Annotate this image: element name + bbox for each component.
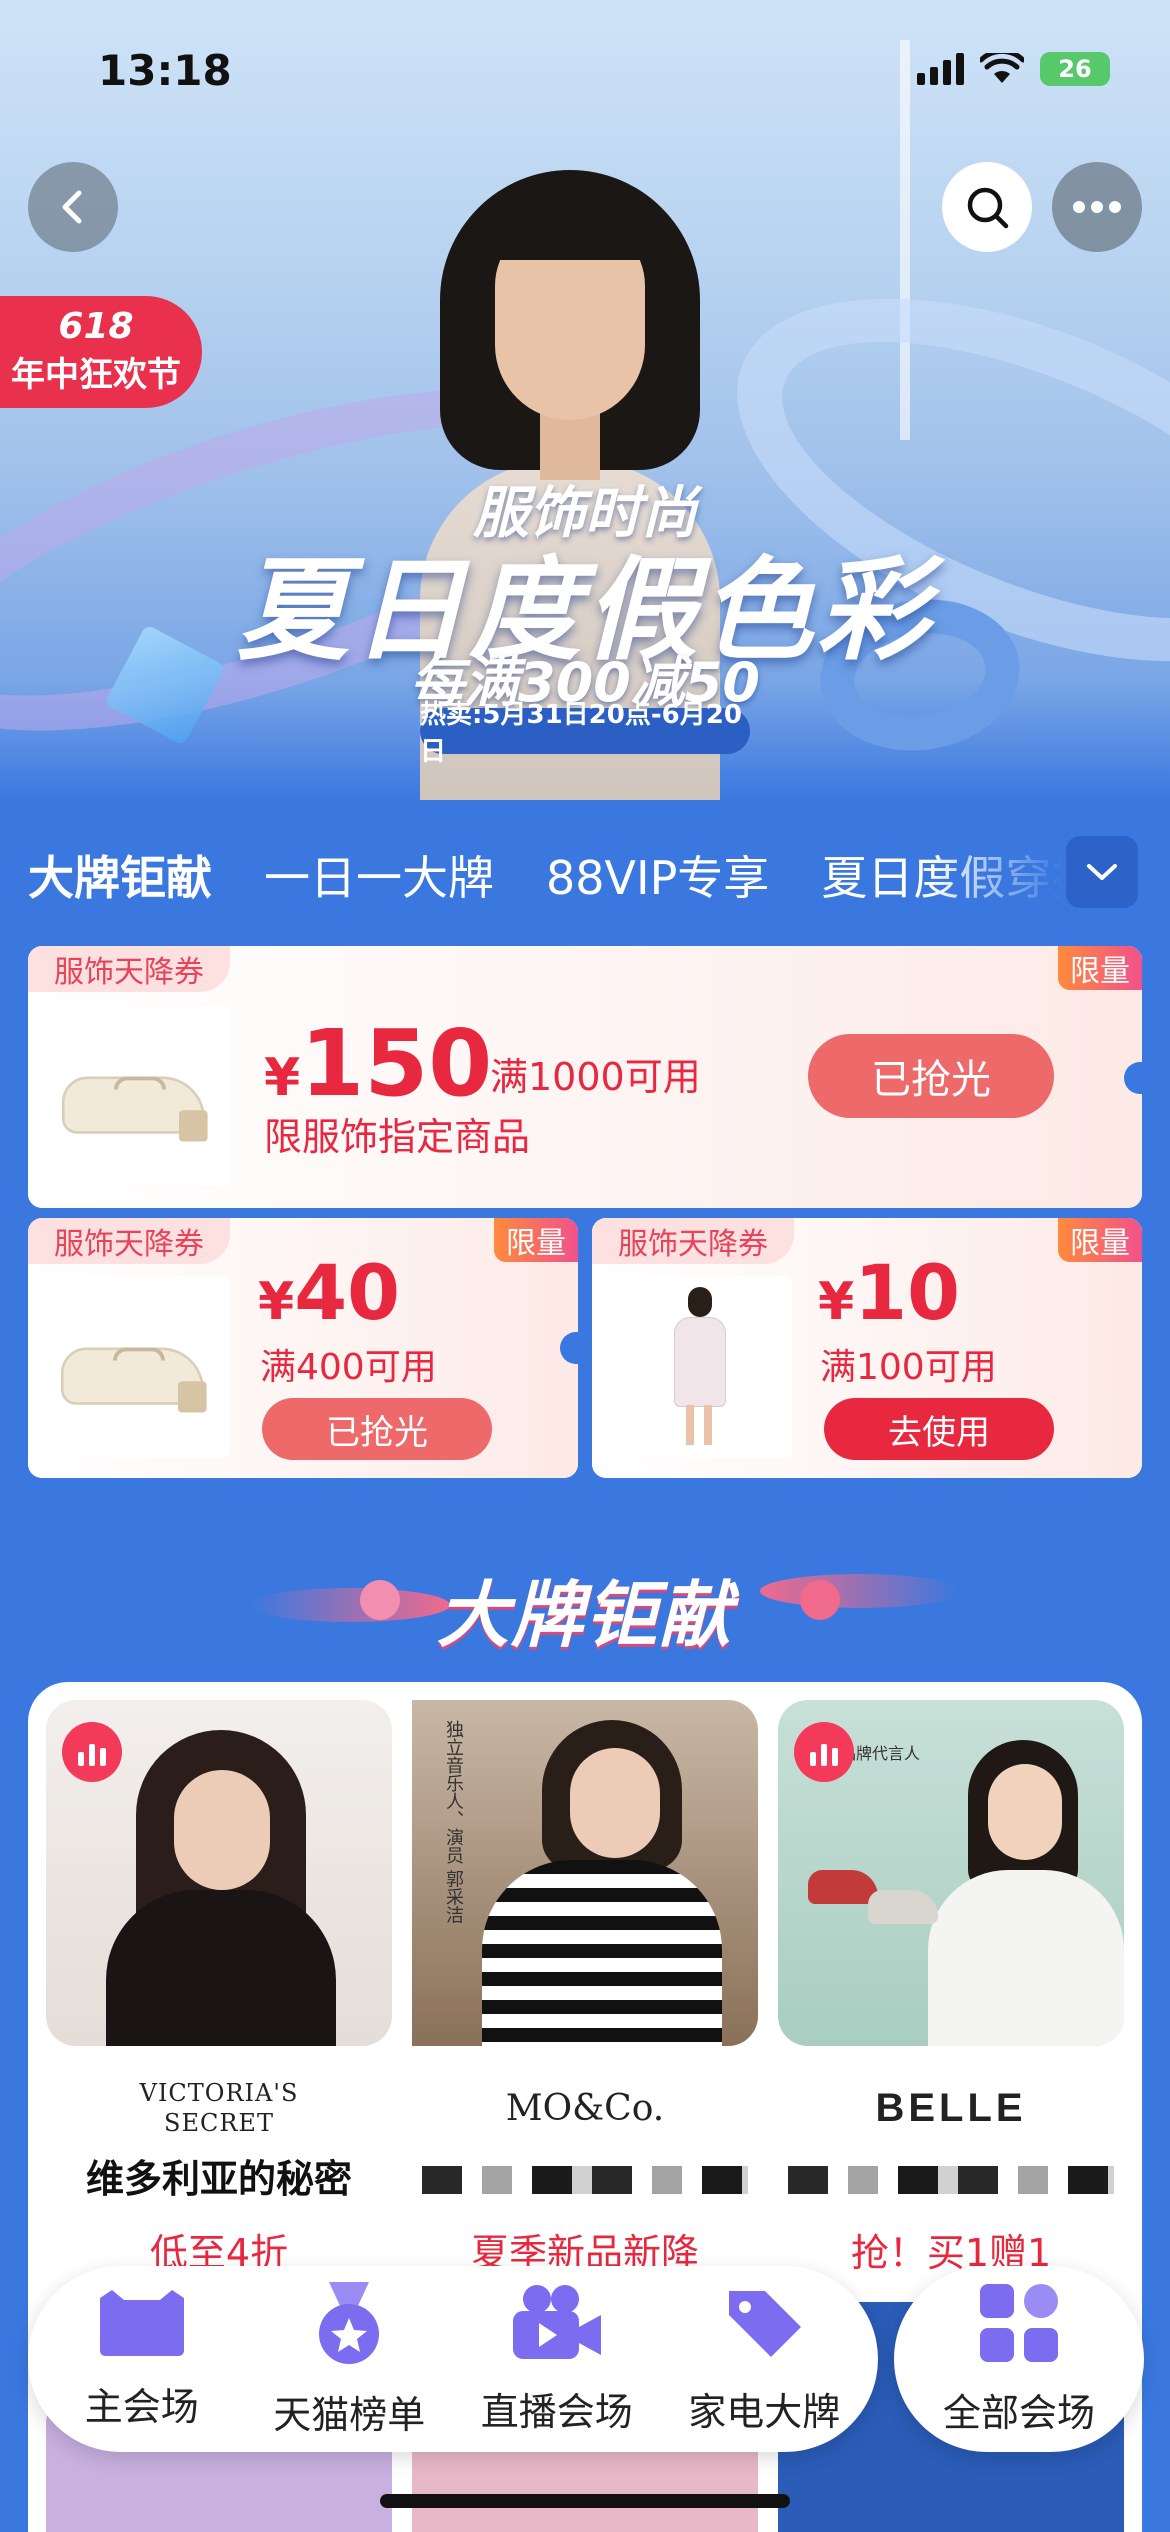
nav-appliance-brands[interactable]: 家电大牌 [664, 2283, 864, 2436]
search-button[interactable] [942, 162, 1032, 252]
nav-label: 家电大牌 [688, 2389, 841, 2434]
coupon-amount: ¥40 [258, 1248, 400, 1337]
wifi-icon [980, 53, 1024, 83]
live-icon [62, 1722, 122, 1782]
more-dots-icon [1073, 201, 1121, 213]
coupon-card-10[interactable]: 服饰天降券 限量 ¥10 满100可用 去使用 [592, 1218, 1142, 1478]
search-icon [967, 187, 1009, 229]
status-icons: 26 [917, 52, 1110, 86]
home-indicator [380, 2494, 790, 2508]
endorser-caption: 独立音乐人、演员 郭采洁 [443, 1720, 464, 1924]
signal-icon [917, 53, 964, 85]
festival-badge-number: 618 [58, 306, 134, 347]
product-thumbnail [50, 1006, 230, 1186]
coupon-card-150[interactable]: 服饰天降券 限量 ¥150 满1000可用 限服饰指定商品 已抢光 [28, 946, 1142, 1208]
tmall-cat-icon [99, 2289, 184, 2356]
nav-label: 全部会场 [942, 2390, 1095, 2435]
more-button[interactable] [1052, 162, 1142, 252]
back-button[interactable] [28, 162, 118, 252]
coupon-amount: ¥10 [818, 1248, 960, 1337]
battery-icon: 26 [1040, 52, 1110, 86]
coupon-tag: 服饰天降券 [592, 1218, 794, 1264]
coupon-claim-button[interactable]: 已抢光 [808, 1034, 1054, 1118]
hero-banner[interactable]: 服饰时尚 夏日度假色彩 每满300减50 热卖:5月31日20点-6月20日 [0, 0, 1170, 800]
status-time: 13:18 [98, 46, 232, 95]
brand-card-belle[interactable]: 百丽品牌代言人 BELLE 抢！买1赠1 [778, 1700, 1124, 2300]
limited-badge: 限量 [1058, 1218, 1142, 1262]
limited-badge: 限量 [1058, 946, 1142, 990]
coupon-amount: ¥150 [264, 1010, 493, 1117]
medal-icon [319, 2281, 380, 2364]
coupon-condition: 满100可用 [820, 1347, 997, 1388]
brand-logo: MO&Co. [505, 2088, 665, 2129]
chevron-down-icon [1087, 864, 1117, 880]
festival-badge-text: 年中狂欢节 [11, 355, 181, 395]
nav-all-venues[interactable]: 全部会场 [894, 2266, 1144, 2452]
coupon-tag: 服饰天降券 [28, 946, 230, 992]
bottom-nav: 主会场 天猫榜单 直播会场 家电大牌 [28, 2266, 878, 2452]
video-camera-icon [512, 2284, 601, 2359]
tab-daily-brand[interactable]: 一日一大牌 [264, 842, 494, 908]
nav-main-venue[interactable]: 主会场 [42, 2288, 242, 2431]
chevron-left-icon [62, 190, 82, 224]
nav-label: 天猫榜单 [273, 2392, 426, 2437]
brand-name: 维多利亚的秘密 [85, 2157, 352, 2201]
coupon-condition: 满400可用 [260, 1347, 437, 1388]
redacted-brand-name [788, 2166, 1114, 2194]
coupon-condition: 满1000可用 [490, 1055, 701, 1099]
product-thumbnail [608, 1276, 792, 1458]
nav-label: 直播会场 [480, 2389, 633, 2434]
hero-date: 热卖:5月31日20点-6月20日 [420, 700, 750, 767]
live-icon [794, 1722, 854, 1782]
section-title: 大牌钜献 [436, 1573, 733, 1657]
price-tag-icon [729, 2290, 802, 2357]
redacted-brand-name [422, 2166, 748, 2194]
coupon-tag: 服饰天降券 [28, 1218, 230, 1264]
festival-badge[interactable]: 618 年中狂欢节 [0, 296, 202, 408]
grid-icon [980, 2283, 1058, 2362]
brand-image: 百丽品牌代言人 [778, 1700, 1124, 2046]
coupon-claim-button[interactable]: 已抢光 [262, 1398, 492, 1460]
coupon-use-button[interactable]: 去使用 [824, 1398, 1054, 1460]
nav-live-venue[interactable]: 直播会场 [457, 2283, 657, 2436]
brand-image: 独立音乐人、演员 郭采洁 [412, 1700, 758, 2046]
tabs-expand-button[interactable] [1066, 836, 1138, 908]
coupon-description: 限服饰指定商品 [264, 1115, 531, 1159]
coupon-card-40[interactable]: 服饰天降券 限量 ¥40 满400可用 已抢光 [28, 1218, 578, 1478]
tab-88vip[interactable]: 88VIP专享 [546, 842, 769, 908]
brand-card-victorias-secret[interactable]: VICTORIA'S SECRET 维多利亚的秘密 低至4折 [46, 1700, 392, 2300]
brand-card-moco[interactable]: 独立音乐人、演员 郭采洁 MO&Co. 夏季新品新降 [412, 1700, 758, 2300]
brand-logo: BELLE [875, 2086, 1027, 2130]
nav-tmall-ranking[interactable]: 天猫榜单 [249, 2280, 449, 2439]
limited-badge: 限量 [494, 1218, 578, 1262]
tab-brands[interactable]: 大牌钜献 [28, 842, 212, 908]
brand-image [46, 1700, 392, 2046]
brand-logo: VICTORIA'S SECRET [139, 2079, 299, 2137]
nav-label: 主会场 [84, 2384, 199, 2429]
product-thumbnail [48, 1276, 230, 1458]
